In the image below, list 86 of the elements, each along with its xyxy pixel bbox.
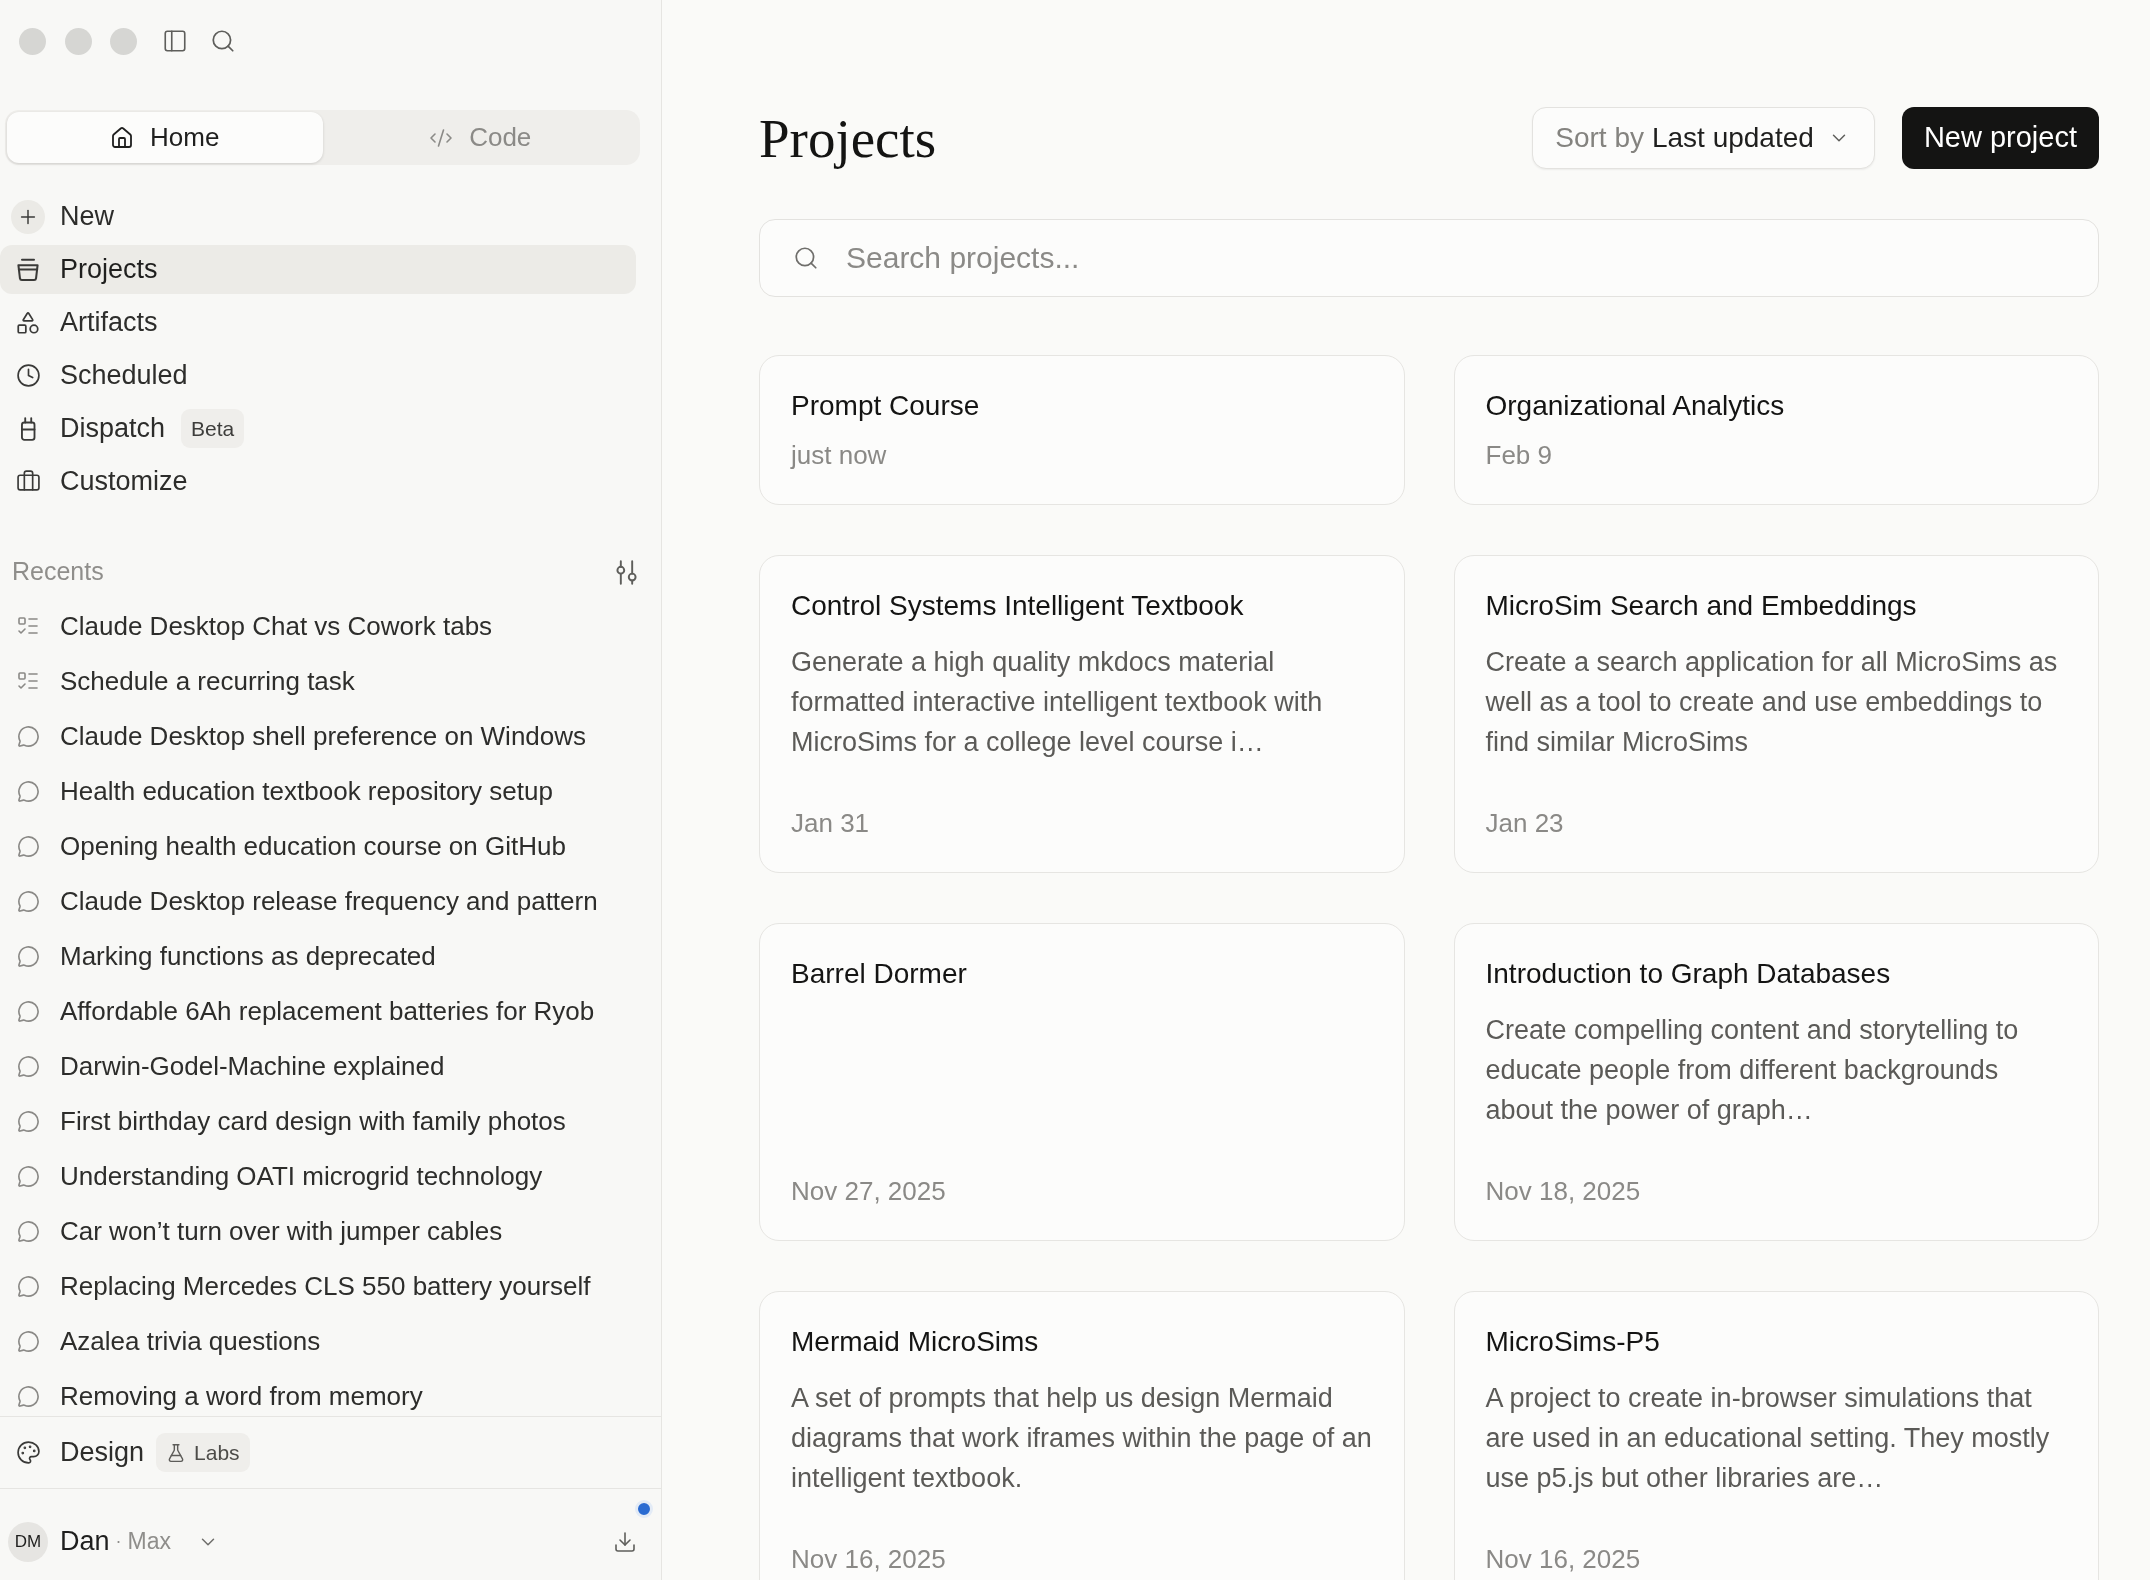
project-title: Organizational Analytics (1485, 389, 1786, 423)
palette-icon (15, 1440, 41, 1465)
sidebar-nav-item[interactable]: Customize (0, 457, 200, 506)
project-card[interactable]: Mermaid MicroSims A set of prompts that help us design Mermaid diagrams that work iframes within the page of an intelligent textbook. Nov 16, 2025 (759, 1291, 1405, 1580)
chat-bubble-icon (16, 1219, 40, 1243)
project-date: just now (791, 439, 888, 472)
project-title: Introduction to Graph Databases (1485, 957, 1892, 991)
recent-chat-item[interactable]: Understanding OATI microgrid technology (0, 1156, 547, 1196)
chat-bubble-icon (16, 889, 40, 913)
search-field[interactable]: Search projects... (759, 219, 2099, 297)
project-date: Nov 16, 2025 (791, 1543, 947, 1576)
project-description: A project to create in-browser simulations that are used in an educational setting. They mostly use p5.js but other libraries are… (1485, 1382, 2051, 1495)
recent-chat-item[interactable]: Replacing Mercedes CLS 550 battery yourself (0, 1266, 595, 1306)
project-date: Feb 9 (1485, 439, 1553, 472)
sliders-icon (614, 559, 638, 585)
project-title: Mermaid MicroSims (791, 1325, 1040, 1359)
chat-bubble-icon (16, 1329, 40, 1353)
project-description: A set of prompts that help us design Mermaid diagrams that work iframes within the page of an intelligent textbook. (791, 1382, 1373, 1495)
recent-chat-item[interactable]: Opening health education course on GitHub (0, 826, 570, 866)
chat-bubble-icon (16, 1164, 40, 1188)
recent-chat-item[interactable]: First birthday card design with family photos (0, 1101, 570, 1141)
project-description: Create compelling content and storytelling to educate people from different backgrounds about the power of graph… (1485, 1014, 2020, 1127)
project-date: Jan 31 (791, 807, 871, 840)
project-title: Prompt Course (791, 389, 981, 423)
project-description: Create a search application for all MicroSims as well as a tool to create and use embeddings to find similar MicroSims (1485, 646, 2059, 759)
chat-bubble-icon (16, 1384, 40, 1408)
recent-chat-item[interactable]: Azalea trivia questions (0, 1321, 325, 1361)
sidebar-icon (162, 28, 188, 54)
sidebar-nav-item[interactable]: Design (0, 1428, 157, 1477)
shapes-icon (15, 309, 41, 336)
clock-icon (15, 363, 41, 388)
download-icon (613, 1529, 637, 1554)
chat-bubble-icon (16, 944, 40, 968)
recent-chat-item[interactable]: Claude Desktop shell preference on Windows (0, 716, 591, 756)
project-title: Control Systems Intelligent Textbook (791, 589, 1245, 623)
avatar: DM (8, 1521, 48, 1562)
project-card[interactable]: Control Systems Intelligent Textbook Generate a high quality mkdocs material formatted interactive intelligent textbook with MicroSims for a college level course i… Jan 31 (759, 555, 1405, 873)
project-card[interactable]: MicroSim Search and Embeddings Create a search application for all MicroSims as well as a tool to create and use embeddings to find similar MicroSims Jan 23 (1453, 555, 2099, 873)
briefcase-icon (15, 469, 41, 494)
sidebar-nav-item[interactable]: Scheduled (0, 351, 200, 400)
recent-chat-item[interactable]: Affordable 6Ah replacement batteries for Ryob (0, 991, 599, 1031)
new-project-button[interactable]: New project (1901, 107, 2099, 169)
sidebar-nav-item[interactable]: Dispatch (0, 404, 178, 453)
chat-bubble-icon (16, 724, 40, 748)
chat-bubble-icon (16, 779, 40, 803)
project-card[interactable]: Barrel Dormer Nov 27, 2025 (759, 923, 1405, 1241)
search-icon (210, 28, 236, 54)
project-date: Nov 27, 2025 (791, 1175, 947, 1208)
chat-bubble-icon (16, 834, 40, 858)
status-badge: Beta (181, 408, 245, 449)
recent-chat-item[interactable]: Darwin-Godel-Machine explained (0, 1046, 449, 1086)
home-icon (110, 125, 135, 150)
sidebar-tab[interactable]: Home (7, 112, 323, 163)
sort-dropdown[interactable]: Sort by Last updated (1532, 107, 1875, 169)
plus-icon (11, 199, 45, 234)
section-heading: Recents (12, 556, 104, 588)
project-card[interactable]: MicroSims-P5 A project to create in-browser simulations that are used in an educational setting. They mostly use p5.js but other libraries are… Nov 16, 2025 (1453, 1291, 2099, 1580)
badge-label: Labs (194, 1439, 240, 1466)
project-date: Jan 23 (1485, 807, 1565, 840)
recent-chat-item[interactable]: Claude Desktop release frequency and pattern (0, 881, 602, 921)
chat-bubble-icon (16, 999, 40, 1023)
project-card[interactable]: Introduction to Graph Databases Create compelling content and storytelling to educate people from different backgrounds about the power of graph… Nov 18, 2025 (1453, 923, 2099, 1241)
recent-chat-item[interactable]: Removing a word from memory (0, 1376, 427, 1416)
recent-chat-item[interactable]: Marking functions as deprecated (0, 936, 440, 976)
chat-bubble-icon (16, 1274, 40, 1298)
sidebar-nav-item[interactable]: Projects (0, 245, 636, 294)
project-description: Generate a high quality mkdocs material formatted interactive intelligent textbook with MicroSims for a college level course i… (791, 646, 1324, 759)
project-card[interactable]: Organizational Analytics Feb 9 (1453, 355, 2099, 505)
recent-chat-item[interactable]: Health education textbook repository setup (0, 771, 557, 811)
sidebar-nav-item[interactable]: New (0, 192, 126, 241)
project-date: Nov 16, 2025 (1485, 1543, 1642, 1576)
sidebar-nav-item[interactable]: Artifacts (0, 298, 170, 347)
chat-bubble-icon (16, 1054, 40, 1078)
handheld-device-icon (19, 416, 37, 441)
project-title: Barrel Dormer (791, 957, 968, 991)
project-date: Nov 18, 2025 (1485, 1175, 1642, 1208)
account-menu-button[interactable]: DM Dan · Max (8, 1521, 219, 1562)
tray-icon (16, 257, 40, 282)
project-title: MicroSim Search and Embeddings (1485, 589, 1918, 623)
project-title: MicroSims-P5 (1485, 1325, 1661, 1359)
project-card[interactable]: Prompt Course just now (759, 355, 1405, 505)
search-icon (793, 245, 819, 271)
recent-chat-item[interactable]: Car won’t turn over with jumper cables (0, 1211, 507, 1251)
recent-chat-item[interactable]: Schedule a recurring task (0, 661, 359, 701)
recent-chat-item[interactable]: Claude Desktop Chat vs Cowork tabs (0, 606, 497, 646)
chat-bubble-icon (16, 1109, 40, 1133)
